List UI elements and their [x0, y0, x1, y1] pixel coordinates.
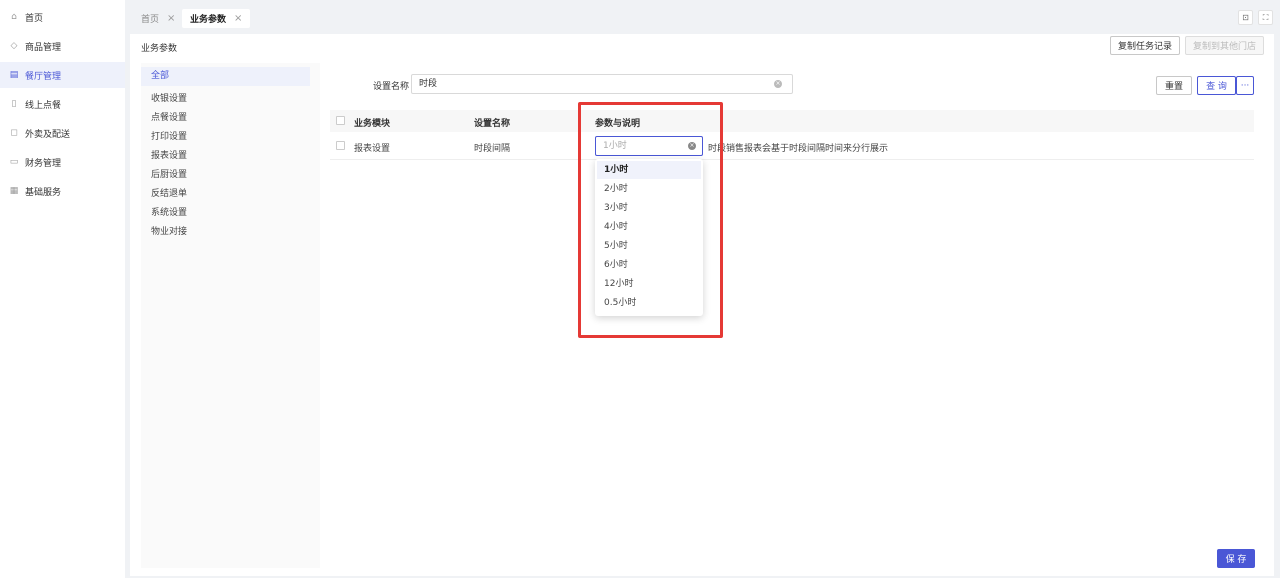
sidebar-item-label: 外卖及配送: [25, 129, 71, 140]
clear-icon[interactable]: ×: [774, 80, 782, 88]
close-icon[interactable]: ×: [167, 13, 175, 24]
column-header: 业务模块: [354, 119, 391, 129]
category-item[interactable]: 系统设置: [151, 205, 187, 218]
fullscreen-icon[interactable]: ⛶: [1258, 10, 1273, 25]
sidebar-item-label: 基础服务: [25, 187, 62, 198]
category-all[interactable]: 全部: [141, 67, 310, 86]
grid-icon: ▦: [9, 185, 19, 196]
sidebar-item-products[interactable]: ◇ 商品管理: [0, 33, 125, 59]
search-input[interactable]: 时段: [411, 74, 793, 94]
copy-to-store-button[interactable]: 复制到其他门店: [1185, 36, 1264, 55]
category-item[interactable]: 反结退单: [151, 186, 187, 199]
category-item[interactable]: 打印设置: [151, 129, 187, 142]
tab-home[interactable]: 首页 ×: [133, 9, 183, 28]
sidebar-item-home[interactable]: ⌂ 首页: [0, 4, 125, 30]
category-panel: 全部 收银设置 点餐设置 打印设置 报表设置 后厨设置 反结退单 系统设置 物业…: [141, 63, 320, 568]
store-icon: ▤: [9, 69, 19, 80]
category-item[interactable]: 收银设置: [151, 91, 187, 104]
sidebar-item-label: 线上点餐: [25, 100, 62, 111]
sidebar-item-online-order[interactable]: ▯ 线上点餐: [0, 91, 125, 117]
query-button[interactable]: 查 询: [1197, 76, 1236, 95]
table-header: 业务模块 设置名称 参数与说明: [330, 110, 1254, 132]
home-icon: ⌂: [11, 11, 17, 22]
box-icon: ◇: [10, 40, 18, 51]
save-button[interactable]: 保 存: [1217, 549, 1255, 568]
category-item[interactable]: 报表设置: [151, 148, 187, 161]
sidebar-item-label: 首页: [25, 13, 44, 24]
lock-icon[interactable]: ⊡: [1238, 10, 1253, 25]
sidebar-item-basic-services[interactable]: ▦ 基础服务: [0, 178, 125, 204]
column-header: 设置名称: [474, 119, 511, 129]
sidebar-item-label: 商品管理: [25, 42, 62, 53]
tab-business-params[interactable]: 业务参数 ×: [182, 9, 251, 28]
category-item[interactable]: 点餐设置: [151, 110, 187, 123]
category-item[interactable]: 后厨设置: [151, 167, 187, 180]
tab-bar: 首页 × 业务参数 ×: [130, 6, 1278, 30]
module-cell: 报表设置: [354, 144, 391, 154]
finance-icon: ▭: [9, 156, 19, 167]
online-order-icon: ▯: [11, 98, 17, 109]
search-label: 设置名称: [373, 82, 410, 92]
sidebar-item-finance[interactable]: ▭ 财务管理: [0, 149, 125, 175]
more-button[interactable]: ···: [1236, 76, 1254, 95]
tab-label: 首页: [141, 15, 160, 25]
main-panel: 业务参数 复制任务记录 复制到其他门店 全部 收银设置 点餐设置 打印设置 报表…: [130, 34, 1274, 576]
row-checkbox[interactable]: [336, 141, 345, 150]
category-item[interactable]: 物业对接: [151, 224, 187, 237]
select-all-checkbox[interactable]: [336, 116, 345, 125]
setting-description: 时段销售报表会基于时段间隔时间来分行展示: [708, 144, 889, 154]
sidebar: ⌂ 首页 ◇ 商品管理 ▤ 餐厅管理 ▯ 线上点餐 ◻ 外卖及配送 ▭ 财务管理…: [0, 0, 125, 578]
page-title: 业务参数: [141, 44, 178, 54]
setting-name-cell: 时段间隔: [474, 144, 511, 154]
reset-button[interactable]: 重置: [1156, 76, 1192, 95]
tab-label: 业务参数: [190, 15, 227, 25]
sidebar-item-restaurant[interactable]: ▤ 餐厅管理: [0, 62, 125, 88]
sidebar-item-label: 餐厅管理: [25, 71, 62, 82]
close-icon[interactable]: ×: [234, 13, 242, 24]
sidebar-item-delivery[interactable]: ◻ 外卖及配送: [0, 120, 125, 146]
highlight-annotation: [578, 102, 723, 338]
delivery-icon: ◻: [10, 127, 18, 138]
copy-log-button[interactable]: 复制任务记录: [1110, 36, 1180, 55]
sidebar-item-label: 财务管理: [25, 158, 62, 169]
